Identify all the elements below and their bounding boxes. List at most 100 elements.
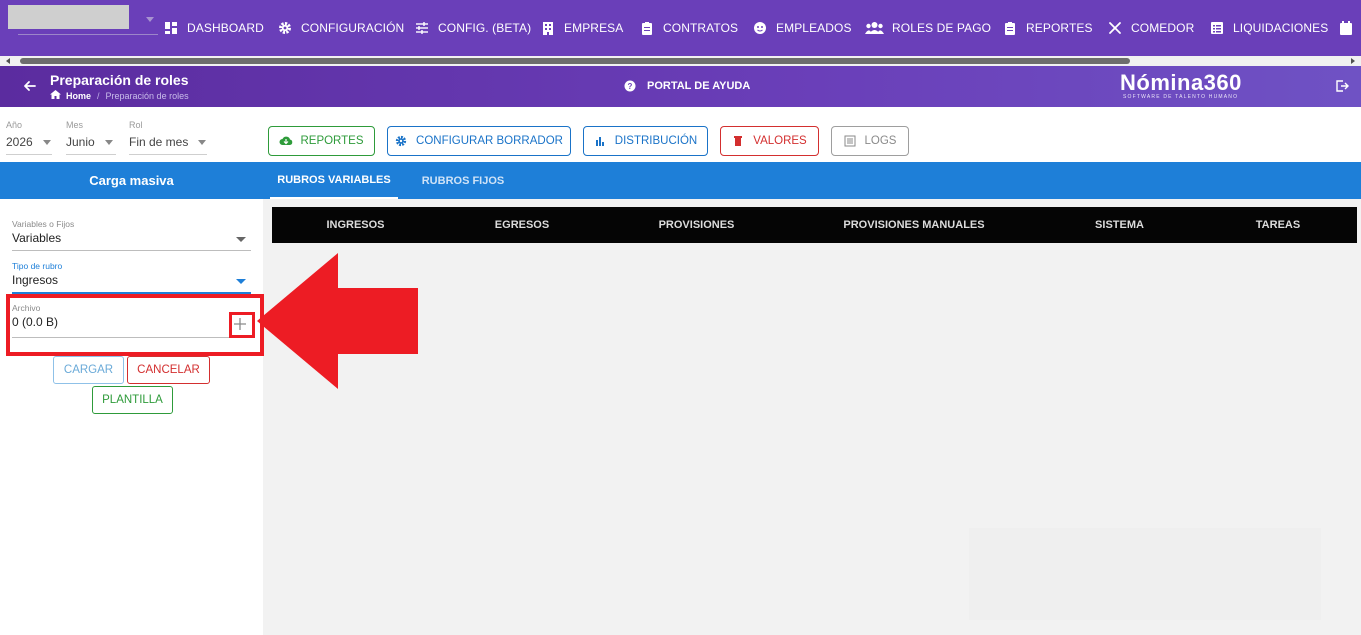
help-portal-link[interactable]: ? PORTAL DE AYUDA: [624, 80, 750, 92]
reportes-button[interactable]: REPORTES: [268, 126, 375, 156]
page-header: Preparación de roles Home / Preparación …: [0, 66, 1361, 107]
svg-text:?: ?: [628, 82, 633, 91]
breadcrumb-home[interactable]: Home: [66, 91, 91, 101]
horizontal-scrollbar[interactable]: [0, 56, 1361, 66]
annotation-highlight-add-button: [229, 312, 255, 338]
clipboard-icon: [1003, 21, 1017, 35]
rubro-type-tabs: INGRESOS EGRESOS PROVISIONES PROVISIONES…: [272, 207, 1357, 243]
nav-item-calendar[interactable]: [1339, 18, 1361, 38]
nav-item-config-beta[interactable]: CONFIG. (BETA): [415, 18, 531, 38]
tab-provisiones[interactable]: PROVISIONES: [605, 207, 788, 243]
cancelar-button[interactable]: CANCELAR: [127, 356, 210, 384]
tab-sistema[interactable]: SISTEMA: [1040, 207, 1199, 243]
dashboard-icon: [164, 21, 178, 35]
tipo-rubro-value: Ingresos: [12, 273, 59, 287]
configurar-borrador-label: CONFIGURAR BORRADOR: [416, 135, 563, 147]
year-value: 2026: [6, 135, 52, 149]
tipo-rubro-select[interactable]: Tipo de rubro Ingresos: [12, 261, 251, 294]
nav-item-roles-de-pago[interactable]: ROLES DE PAGO: [865, 18, 991, 38]
company-selector[interactable]: [8, 5, 129, 29]
users-icon: [865, 21, 884, 35]
nav-item-label: REPORTES: [1026, 21, 1093, 35]
nav-item-label: COMEDOR: [1131, 21, 1195, 35]
nav-item-liquidaciones[interactable]: LIQUIDACIONES: [1210, 18, 1328, 38]
nav-item-empresa[interactable]: EMPRESA: [541, 18, 623, 38]
logout-icon[interactable]: [1335, 79, 1349, 93]
tab-rubros-variables-label: RUBROS VARIABLES: [277, 173, 391, 186]
chevron-down-icon: [198, 139, 207, 145]
valores-label: VALORES: [753, 135, 807, 147]
distribucion-button[interactable]: DISTRIBUCIÓN: [583, 126, 708, 156]
empty-placeholder: [969, 528, 1321, 620]
nav-item-comedor[interactable]: COMEDOR: [1108, 18, 1194, 38]
distribucion-label: DISTRIBUCIÓN: [614, 135, 698, 147]
nav-item-reportes[interactable]: REPORTES: [1003, 18, 1093, 38]
clipboard-icon: [640, 21, 654, 35]
variables-fijos-select[interactable]: Variables o Fijos Variables: [12, 219, 251, 251]
nav-item-configuracion[interactable]: CONFIGURACIÓN: [278, 18, 404, 38]
variables-fijos-label: Variables o Fijos: [12, 219, 75, 229]
rol-filter[interactable]: Rol Fin de mes: [129, 120, 207, 155]
nav-item-label: DASHBOARD: [187, 21, 264, 35]
variables-fijos-value: Variables: [12, 231, 62, 245]
tab-egresos[interactable]: EGRESOS: [439, 207, 605, 243]
scroll-right-icon[interactable]: [1351, 58, 1355, 64]
cargar-button[interactable]: CARGAR: [53, 356, 124, 384]
list-icon: [844, 135, 856, 147]
tab-tareas-label: TAREAS: [1255, 219, 1301, 231]
trash-icon: [732, 135, 744, 147]
cargar-label: CARGAR: [63, 364, 114, 376]
configurar-borrador-button[interactable]: CONFIGURAR BORRADOR: [387, 126, 571, 156]
carga-masiva-header: Carga masiva: [0, 162, 263, 199]
logs-button[interactable]: LOGS: [831, 126, 909, 156]
back-arrow-icon[interactable]: [22, 78, 38, 94]
tab-ingresos[interactable]: INGRESOS: [272, 207, 439, 243]
nav-item-label: LIQUIDACIONES: [1233, 21, 1329, 35]
calendar-icon: [1339, 21, 1353, 35]
nav-item-label: EMPLEADOS: [776, 21, 852, 35]
face-icon: [753, 21, 767, 35]
tab-rubros-variables[interactable]: RUBROS VARIABLES: [270, 162, 398, 199]
brand-tagline: SOFTWARE DE TALENTO HUMANO: [1123, 94, 1239, 100]
brand-logo: Nómina360 SOFTWARE DE TALENTO HUMANO: [1120, 70, 1242, 100]
scrollbar-thumb[interactable]: [20, 58, 1130, 64]
tab-egresos-label: EGRESOS: [494, 219, 550, 231]
gear-icon: [395, 135, 407, 147]
gear-icon: [278, 21, 292, 35]
tab-provisiones-manuales[interactable]: PROVISIONES MANUALES: [788, 207, 1040, 243]
company-selector-underline: [18, 34, 158, 35]
nav-item-label: CONFIGURACIÓN: [301, 21, 405, 35]
brand-name: Nómina360: [1120, 70, 1242, 95]
tab-rubros-fijos[interactable]: RUBROS FIJOS: [407, 162, 519, 199]
chevron-down-icon: [236, 237, 246, 242]
utensils-icon: [1108, 21, 1122, 35]
help-portal-label: PORTAL DE AYUDA: [647, 80, 751, 92]
month-filter[interactable]: Mes Junio: [66, 120, 116, 155]
rol-value: Fin de mes: [129, 135, 207, 149]
chevron-down-icon: [236, 279, 246, 284]
nav-item-label: EMPRESA: [564, 21, 624, 35]
nav-item-contratos[interactable]: CONTRATOS: [640, 18, 738, 38]
top-navbar: DASHBOARD CONFIGURACIÓN CONFIG. (BETA) E…: [0, 0, 1361, 56]
nav-item-empleados[interactable]: EMPLEADOS: [753, 18, 852, 38]
month-label: Mes: [66, 120, 84, 130]
cloud-download-icon: [279, 135, 293, 147]
nav-item-dashboard[interactable]: DASHBOARD: [164, 18, 264, 38]
chevron-down-icon[interactable]: [146, 17, 154, 22]
valores-button[interactable]: VALORES: [720, 126, 819, 156]
bar-chart-icon: [594, 135, 606, 147]
month-value-text: Junio: [66, 135, 95, 149]
breadcrumb-current: Preparación de roles: [105, 90, 189, 101]
rol-underline: [129, 154, 207, 155]
annotation-arrow-icon: [257, 253, 418, 389]
month-underline: [66, 154, 116, 155]
help-circle-icon: ?: [624, 80, 636, 92]
scroll-left-icon[interactable]: [6, 58, 10, 64]
tab-rubros-fijos-label: RUBROS FIJOS: [421, 174, 505, 187]
year-filter[interactable]: Año 2026: [6, 120, 52, 155]
tab-tareas[interactable]: TAREAS: [1199, 207, 1357, 243]
nav-item-label: CONFIG. (BETA): [438, 21, 532, 35]
plantilla-button[interactable]: PLANTILLA: [92, 386, 173, 414]
building-icon: [541, 21, 555, 35]
year-underline: [6, 154, 52, 155]
